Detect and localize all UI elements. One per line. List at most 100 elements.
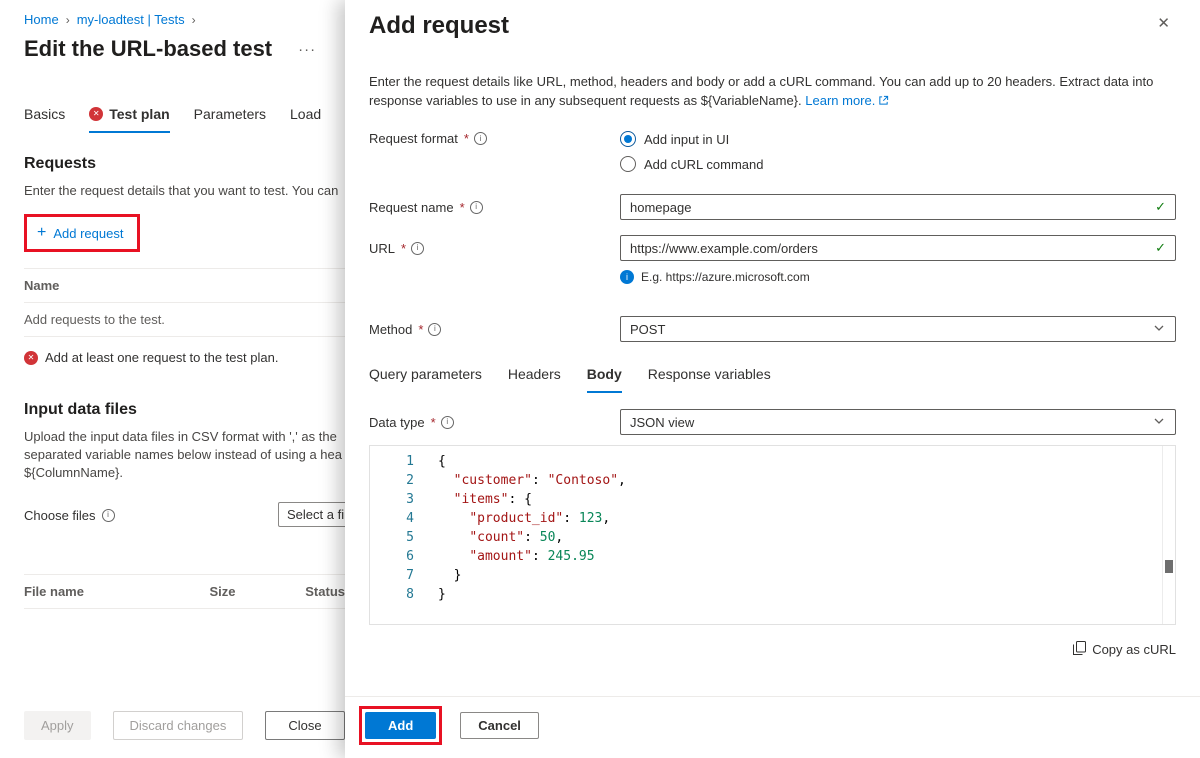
requests-name-header: Name [24,269,345,303]
url-hint: i E.g. https://azure.microsoft.com [620,270,1176,284]
url-hint-text: E.g. https://azure.microsoft.com [641,270,810,284]
add-request-label: Add request [53,226,123,241]
info-icon: i [441,416,454,429]
required-marker: * [431,415,436,430]
url-label: URL* i [369,241,620,256]
requests-description: Enter the request details that you want … [24,182,345,200]
request-detail-tabs: Query parameters Headers Body Response v… [369,366,1176,393]
discard-changes-button[interactable]: Discard changes [113,711,244,740]
tab-label: Headers [508,366,561,382]
info-icon: i [428,323,441,336]
choose-files-label: Choose files [24,508,96,523]
radio-selected-icon [620,131,636,147]
add-request-button[interactable]: + Add request [31,221,129,245]
url-input[interactable]: https://www.example.com/orders ✓ [620,235,1176,261]
close-icon[interactable]: ✕ [1151,12,1176,35]
requests-empty-message: Add requests to the test. [24,303,345,337]
valid-check-icon: ✓ [1155,240,1166,256]
copy-as-curl-button[interactable]: Copy as cURL [1073,641,1176,658]
panel-description-text: Enter the request details like URL, meth… [369,74,1153,108]
tab-test-plan[interactable]: ✕ Test plan [89,106,169,133]
more-options-icon[interactable]: ··· [298,42,316,57]
copy-as-curl-label: Copy as cURL [1092,642,1176,657]
line-number: 2 [370,471,414,490]
breadcrumb-tests-link[interactable]: my-loadtest | Tests [77,12,185,27]
request-format-label: Request format* i [369,131,620,146]
tab-parameters[interactable]: Parameters [194,106,266,133]
status-header: Status [305,584,345,599]
field-label-text: Method [369,322,412,337]
add-request-panel: Add request ✕ Enter the request details … [345,0,1200,758]
input-files-description-line: ${ColumnName}. [24,464,345,482]
apply-button[interactable]: Apply [24,711,91,740]
tab-label: Response variables [648,366,771,382]
line-number: 1 [370,452,414,471]
code-line[interactable]: "items": { [438,490,1175,509]
line-number: 5 [370,528,414,547]
info-icon: i [102,509,115,522]
breadcrumb-separator-icon: › [66,13,70,27]
method-value: POST [630,322,665,337]
required-marker: * [464,131,469,146]
cancel-button[interactable]: Cancel [460,712,539,739]
tab-label: Basics [24,106,65,122]
panel-footer: Add Cancel [345,696,1200,758]
code-line[interactable]: } [438,566,1175,585]
code-line[interactable]: { [438,452,1175,471]
requests-heading: Requests [24,155,345,173]
chevron-down-icon [1153,322,1165,337]
file-picker-input[interactable]: Select a fil [278,502,345,527]
file-picker-text: Select a fil [287,507,345,522]
chevron-down-icon [1153,415,1165,430]
external-link-icon [878,94,889,109]
line-number: 4 [370,509,414,528]
request-name-input[interactable]: homepage ✓ [620,194,1176,220]
error-icon: ✕ [24,351,38,365]
tab-body[interactable]: Body [587,366,622,393]
tab-label: Body [587,366,622,382]
radio-add-curl-command[interactable]: Add cURL command [620,156,1176,172]
panel-description: Enter the request details like URL, meth… [369,72,1176,111]
annotation-box: Add [359,706,442,745]
code-line[interactable]: "product_id": 123, [438,509,1175,528]
request-name-label: Request name* i [369,200,620,215]
tab-load[interactable]: Load [290,106,321,133]
data-type-value: JSON view [630,415,694,430]
line-number: 7 [370,566,414,585]
line-number: 8 [370,585,414,604]
required-marker: * [418,322,423,337]
validation-error-text: Add at least one request to the test pla… [45,350,278,365]
copy-icon [1073,641,1086,658]
breadcrumb-home-link[interactable]: Home [24,12,59,27]
method-dropdown[interactable]: POST [620,316,1176,342]
line-number: 6 [370,547,414,566]
code-line[interactable]: "customer": "Contoso", [438,471,1175,490]
json-body-editor[interactable]: 12345678 { "customer": "Contoso", "items… [369,445,1176,625]
editor-scrollbar[interactable] [1162,446,1175,624]
data-type-label: Data type* i [369,415,620,430]
tab-label: Load [290,106,321,122]
tab-response-variables[interactable]: Response variables [648,366,771,393]
page-title: Edit the URL-based test [24,36,272,62]
radio-add-input-in-ui[interactable]: Add input in UI [620,131,1176,147]
scrollbar-thumb[interactable] [1165,560,1173,573]
breadcrumb: Home › my-loadtest | Tests › [24,12,345,27]
tab-label: Parameters [194,106,266,122]
code-line[interactable]: "amount": 245.95 [438,547,1175,566]
close-button[interactable]: Close [265,711,344,740]
add-button[interactable]: Add [365,712,436,739]
data-type-dropdown[interactable]: JSON view [620,409,1176,435]
background-page: Home › my-loadtest | Tests › Edit the UR… [0,0,345,758]
tab-label: Query parameters [369,366,482,382]
editor-code: { "customer": "Contoso", "items": { "pro… [428,446,1175,624]
input-files-description-line: Upload the input data files in CSV forma… [24,428,345,446]
learn-more-link[interactable]: Learn more. [805,93,875,108]
required-marker: * [460,200,465,215]
code-line[interactable]: } [438,585,1175,604]
tab-query-parameters[interactable]: Query parameters [369,366,482,393]
tab-headers[interactable]: Headers [508,366,561,393]
tab-basics[interactable]: Basics [24,106,65,133]
info-icon: i [470,201,483,214]
breadcrumb-separator-icon: › [192,13,196,27]
code-line[interactable]: "count": 50, [438,528,1175,547]
